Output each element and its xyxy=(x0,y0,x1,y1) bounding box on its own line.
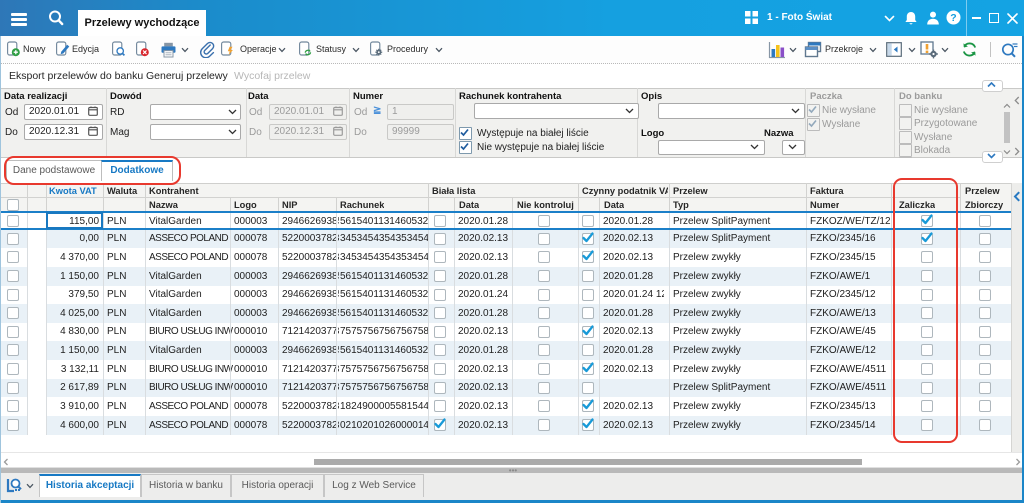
svg-text:?: ? xyxy=(950,12,956,24)
